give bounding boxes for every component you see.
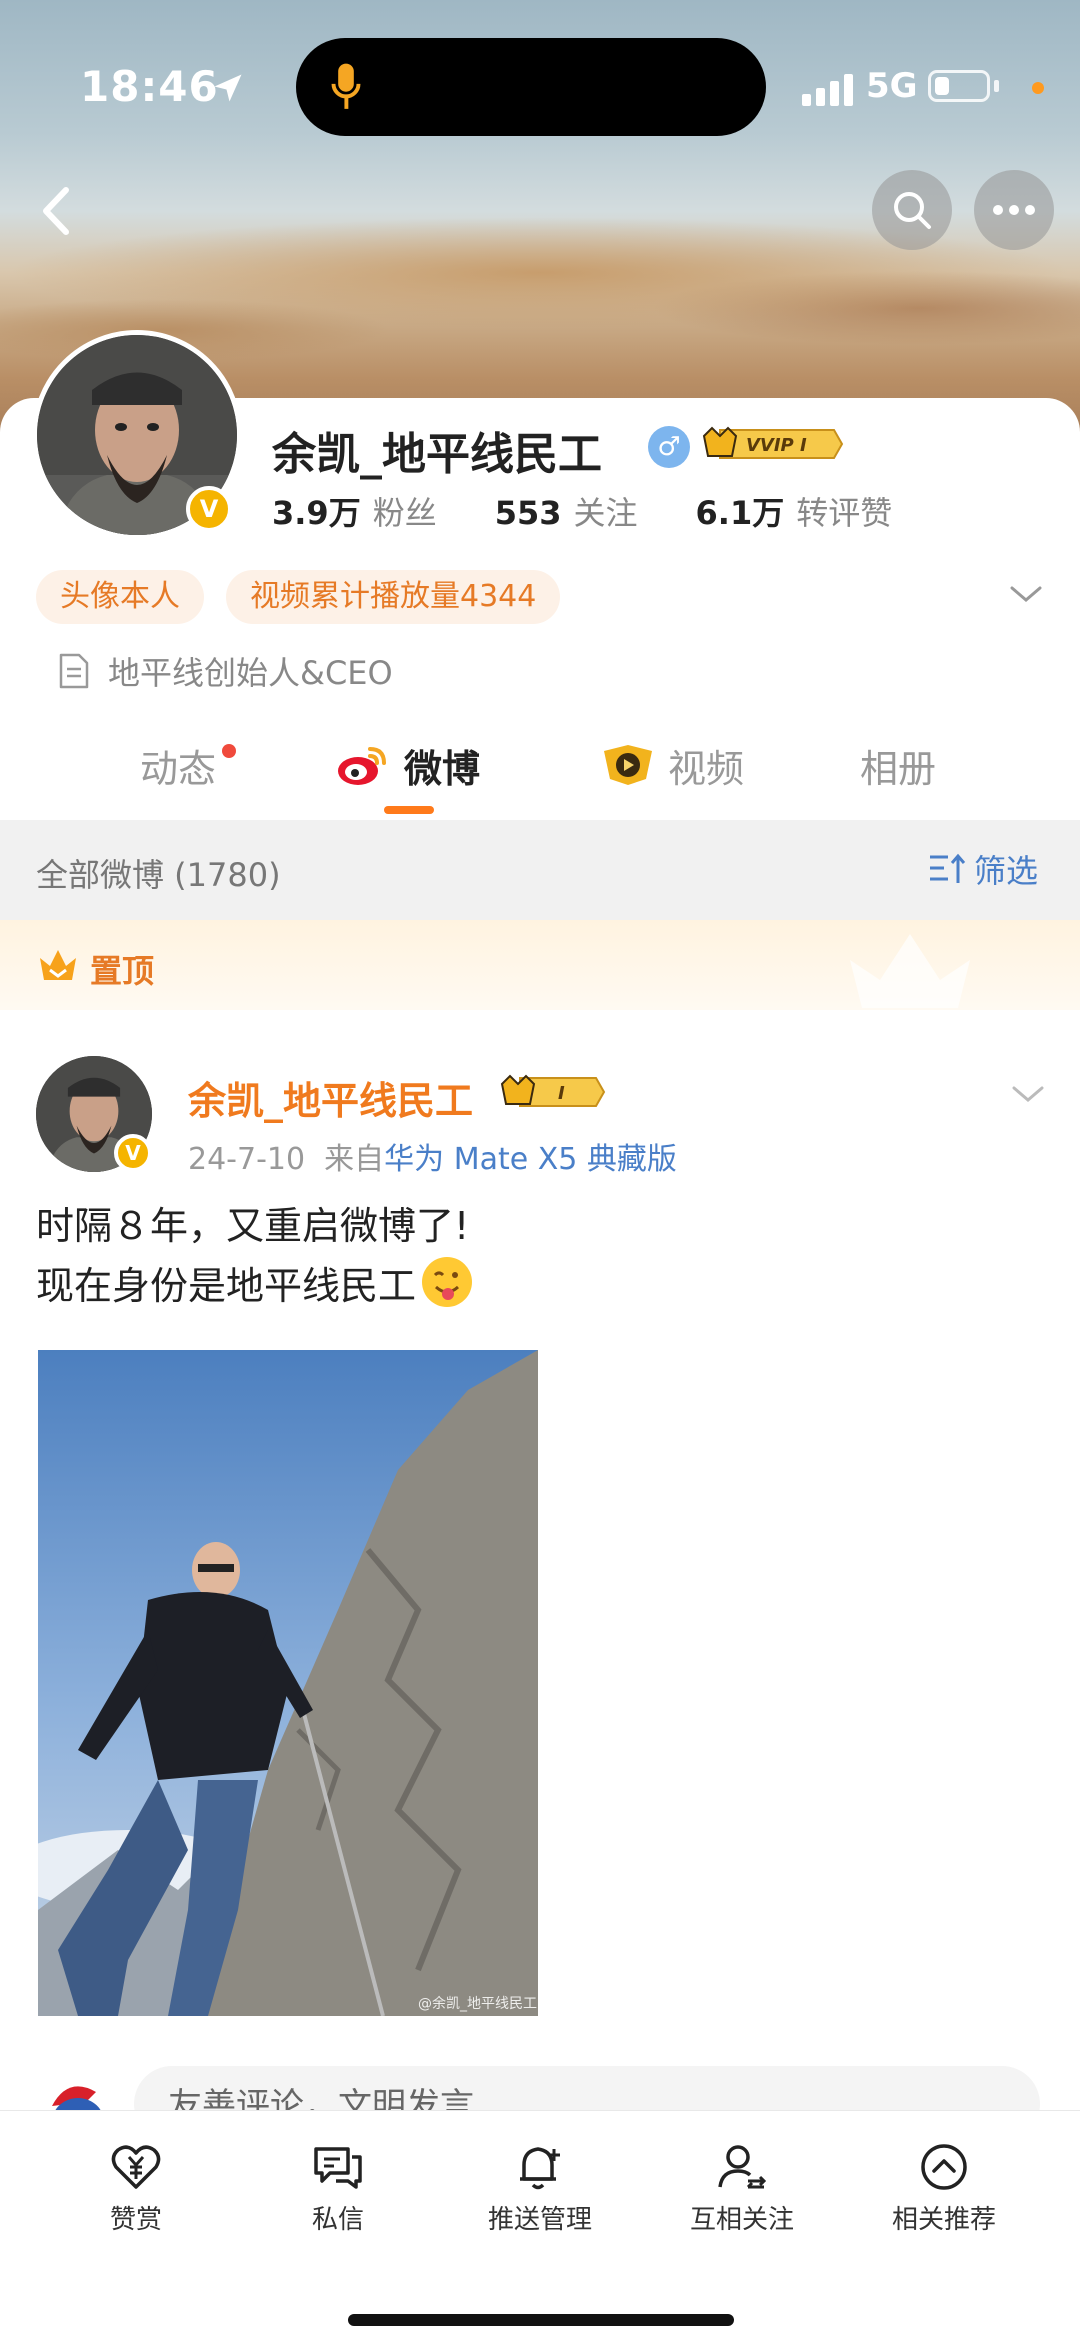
video-badge-icon [604,745,652,785]
tag-avatar-real[interactable]: 头像本人 [36,570,204,624]
pinned-banner: 置顶 [0,920,1080,1010]
member-badge-label: I [558,1083,565,1104]
weibo-logo-icon [338,747,386,785]
network-label: 5G [866,66,918,106]
post-photo[interactable]: @余凯_地平线民工 [38,1350,538,2016]
profile-username: 余凯_地平线民工 [272,429,602,480]
post-menu-chevron-icon[interactable] [1010,1082,1046,1106]
back-icon[interactable] [24,176,94,246]
tag-video-views[interactable]: 视频累计播放量4344 [226,570,561,624]
follow-icon [718,2145,767,2189]
post-text: 时隔８年，又重启微博了! 现在身份是地平线民工 [36,1196,473,1316]
related-recommend-button[interactable]: 相关推荐 [864,2141,1024,2236]
filter-bar: 全部微博 (1780) 筛选 [0,820,1080,920]
document-icon [59,653,89,689]
post-text-line-1: 时隔８年，又重启微博了! [36,1204,470,1248]
post-source-prefix: 来自 [324,1142,385,1177]
reward-button[interactable]: 赞赏 [56,2141,216,2236]
post-author-name[interactable]: 余凯_地平线民工 [188,1070,473,1125]
microphone-icon [331,63,361,109]
more-dots-icon [993,205,1035,215]
filter-icon [930,853,966,883]
stat-interactions[interactable]: 6.1万 转评赞 [696,488,893,534]
battery-icon [928,70,990,102]
tab-weibo[interactable]: 微博 [336,730,480,800]
post-count-label: 全部微博 (1780) [36,856,281,894]
tab-notification-dot [222,744,236,758]
recording-indicator [1032,82,1044,94]
battery-cap [994,80,999,92]
recommend-icon [921,2144,967,2190]
filter-button[interactable]: 筛选 [928,846,1038,892]
bio-text: 地平线创始人&CEO [108,654,393,692]
bottom-action-bar: 赞赏 私信 推送管理 互相关注 相关推荐 [0,2110,1080,2348]
home-indicator[interactable] [348,2314,734,2326]
post-verified-badge: V [114,1134,152,1172]
vvip-label: VVIP I [746,435,807,456]
profile-tabs: 动态 微博 视频 相册 [0,730,1080,822]
message-icon [314,2147,362,2189]
photo-watermark: @余凯_地平线民工 [418,1995,537,2012]
tab-album[interactable]: 相册 [860,730,936,800]
crown-watermark-icon [850,934,970,1008]
stat-following[interactable]: 553 关注 [495,488,638,534]
reward-icon [111,2145,161,2189]
search-icon [894,192,931,229]
stat-followers[interactable]: 3.9万 粉丝 [272,488,437,534]
more-button[interactable] [974,170,1054,250]
profile-stats: 3.9万 粉丝 553 关注 6.1万 转评赞 [272,488,892,534]
status-time: 18:46 [80,62,219,111]
expand-chevron-icon[interactable] [1008,582,1044,606]
location-arrow-icon [214,74,242,102]
status-bar: 18:46 5G [0,0,1080,170]
gender-male-icon: ♂ [648,426,690,468]
tab-dynamics[interactable]: 动态 [140,730,216,800]
tab-video[interactable]: 视频 [602,730,744,800]
weibo-post[interactable]: V 余凯_地平线民工 I 24-7-10 来自华为 Mate X5 典藏版 时隔… [0,1010,1080,2150]
tongue-emoji-icon [422,1257,473,1307]
photo-climber-illustration: @余凯_地平线民工 [38,1350,538,2016]
bell-icon [520,2147,560,2190]
verified-badge: V [186,486,232,532]
search-button[interactable] [872,170,952,250]
message-button[interactable]: 私信 [258,2141,418,2236]
dynamic-island [296,38,766,136]
post-date: 24-7-10 [188,1142,306,1177]
push-settings-button[interactable]: 推送管理 [460,2141,620,2236]
mutual-follow-button[interactable]: 互相关注 [662,2141,822,2236]
post-text-line-2: 现在身份是地平线民工 [36,1264,417,1308]
post-source[interactable]: 华为 Mate X5 典藏版 [384,1142,677,1177]
pinned-label: 置顶 [90,952,155,990]
crown-icon [40,950,76,980]
member-badge[interactable]: I [500,1072,606,1112]
vvip-badge[interactable]: VVIP I [702,424,846,464]
active-tab-indicator [384,806,434,814]
profile-tags: 头像本人 视频累计播放量4344 [36,570,561,624]
signal-icon [802,74,853,106]
post-meta: 24-7-10 来自华为 Mate X5 典藏版 [188,1134,677,1178]
profile-bio: 地平线创始人&CEO [58,648,393,694]
